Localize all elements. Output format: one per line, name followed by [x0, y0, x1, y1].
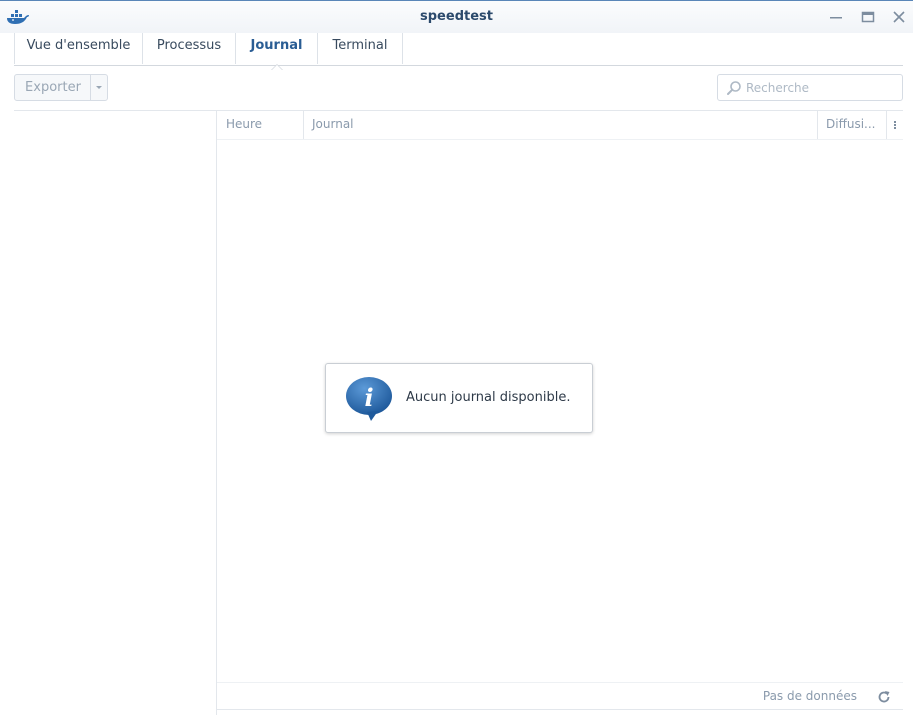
empty-state-message: i Aucun journal disponible.	[325, 363, 593, 433]
window-title: speedtest	[420, 9, 493, 24]
tab-terminal[interactable]: Terminal	[318, 33, 403, 64]
tab-overview[interactable]: Vue d'ensemble	[14, 33, 143, 64]
export-button[interactable]: Exporter	[14, 74, 108, 101]
column-header-time[interactable]: Heure	[217, 111, 303, 139]
empty-state-text: Aucun journal disponible.	[406, 390, 571, 405]
svg-text:i: i	[364, 383, 373, 412]
minimize-icon[interactable]	[828, 9, 844, 25]
tab-processes[interactable]: Processus	[143, 33, 236, 64]
tab-label: Journal	[250, 38, 303, 53]
tab-bar: Vue d'ensemble Processus Journal Termina…	[14, 33, 903, 70]
log-source-panel	[14, 110, 217, 715]
export-button-label: Exporter	[25, 80, 81, 95]
column-header-journal[interactable]: Journal	[303, 111, 817, 139]
title-bar: speedtest	[0, 1, 913, 33]
refresh-icon[interactable]	[876, 689, 892, 705]
tab-label: Vue d'ensemble	[26, 38, 131, 53]
grid-header: Heure Journal Diffusi...	[217, 111, 903, 140]
active-tab-indicator	[270, 64, 283, 70]
search-input[interactable]	[746, 75, 896, 100]
search-box[interactable]	[717, 74, 903, 101]
export-dropdown-arrow-icon[interactable]	[90, 75, 109, 100]
app-window: speedtest Vue d'ensemble Processus Journ…	[0, 0, 913, 715]
maximize-icon[interactable]	[860, 9, 876, 25]
column-menu-icon[interactable]	[887, 111, 903, 139]
tab-label: Processus	[156, 38, 222, 53]
footer-divider	[217, 709, 903, 710]
grid-footer: Pas de données	[217, 682, 903, 711]
search-icon	[727, 81, 741, 95]
paging-status: Pas de données	[762, 689, 857, 703]
info-icon: i	[346, 377, 392, 421]
tab-journal[interactable]: Journal	[236, 33, 318, 70]
close-icon[interactable]	[891, 9, 907, 25]
tab-label: Terminal	[332, 38, 388, 53]
column-header-stream[interactable]: Diffusi...	[817, 111, 887, 139]
